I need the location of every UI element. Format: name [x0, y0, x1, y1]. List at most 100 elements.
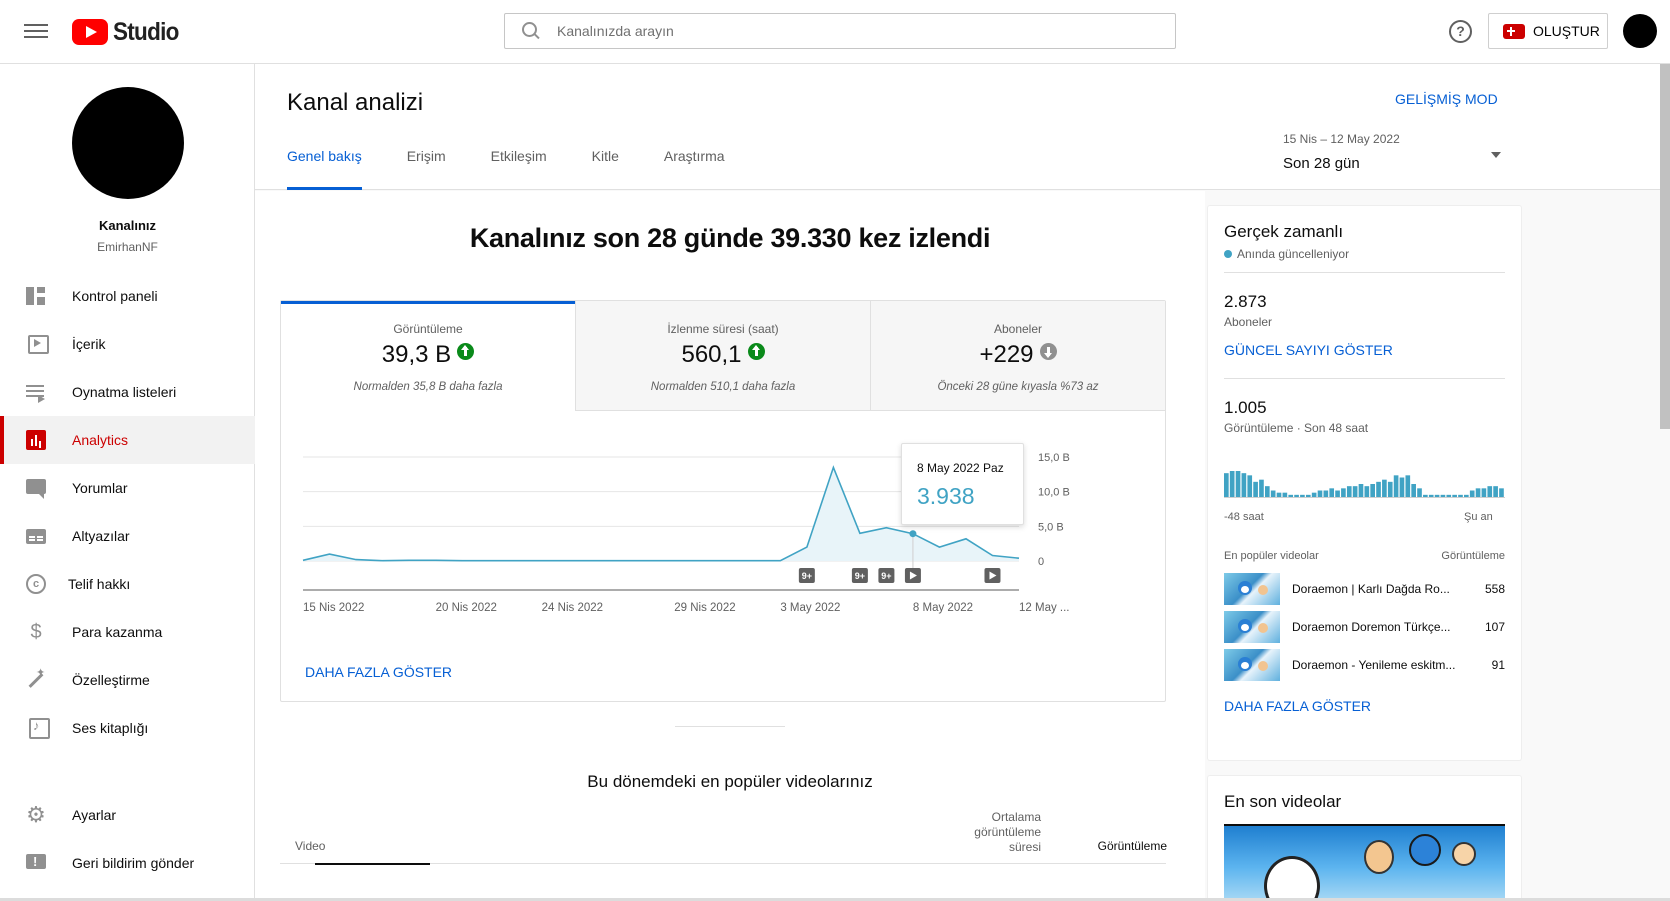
- marker-label: 9+: [855, 571, 865, 581]
- sidebar-item-label: Telif hakkı: [68, 576, 131, 592]
- content-icon: [24, 332, 49, 356]
- metric-views[interactable]: Görüntüleme 39,3 B Normalden 35,8 B daha…: [281, 301, 576, 411]
- realtime-bar: [1475, 488, 1481, 497]
- realtime-bar: [1323, 490, 1329, 497]
- bar-axis-start: -48 saat: [1224, 511, 1264, 523]
- logo-text: Studio: [113, 17, 179, 46]
- date-range-label: Son 28 gün: [1283, 155, 1360, 172]
- sidebar-item-analytics[interactable]: Analytics: [0, 416, 255, 464]
- realtime-bar: [1423, 494, 1428, 497]
- sidebar-item-playlists[interactable]: Oynatma listeleri: [0, 368, 255, 416]
- youtube-logo-icon: [72, 19, 108, 45]
- sidebar-item-label: Kontrol paneli: [72, 288, 158, 304]
- list-item[interactable]: Doraemon Doremon Türkçe... 107: [1224, 611, 1505, 643]
- sidebar-item-subtitles[interactable]: Altyazılar: [0, 512, 255, 560]
- realtime-bar: [1364, 486, 1370, 497]
- youtube-studio-logo[interactable]: Studio: [72, 17, 186, 47]
- tab-audience[interactable]: Kitle: [592, 148, 619, 190]
- realtime-subtitle: Anında güncelleniyor: [1224, 247, 1349, 261]
- video-thumbnail: [1224, 573, 1280, 605]
- realtime-bar: [1282, 492, 1288, 497]
- sidebar-item-copyright[interactable]: c Telif hakkı: [0, 560, 255, 608]
- metric-note: Önceki 28 güne kıyasla %73 az: [937, 381, 1099, 393]
- sidebar-item-label: Altyazılar: [72, 528, 130, 544]
- subscriber-count: 2.873: [1224, 292, 1267, 311]
- views-line-chart[interactable]: 0 5,0 B 10,0 B 15,0 B 9+ 9+ 9+ 15 Nis 2022 20 Ni…: [281, 411, 1165, 651]
- tab-overview[interactable]: Genel bakış: [287, 148, 362, 190]
- realtime-bar: [1493, 486, 1498, 497]
- list-item[interactable]: Doraemon - Yenileme eskitm... 91: [1224, 649, 1505, 681]
- analytics-tabs: Genel bakış Erişim Etkileşim Kitle Araşt…: [287, 148, 770, 190]
- advanced-mode-button[interactable]: GELİŞMİŞ MOD: [1395, 91, 1498, 107]
- page-title: Kanal analizi: [287, 89, 424, 116]
- sidebar-item-comments[interactable]: Yorumlar: [0, 464, 255, 512]
- bar-axis-end: Şu an: [1464, 511, 1493, 523]
- realtime-card: Gerçek zamanlı Anında güncelleniyor 2.87…: [1208, 206, 1521, 760]
- metric-watch-time[interactable]: İzlenme süresi (saat) 560,1 Normalden 51…: [576, 301, 871, 411]
- video-thumbnail: [1224, 611, 1280, 643]
- metric-tabs: Görüntüleme 39,3 B Normalden 35,8 B daha…: [281, 301, 1165, 411]
- hamburger-menu-icon[interactable]: [22, 20, 50, 44]
- realtime-title: Gerçek zamanlı: [1224, 222, 1344, 241]
- latest-videos-card: En son videolar: [1208, 776, 1521, 901]
- column-header-views[interactable]: Görüntüleme: [1055, 839, 1167, 853]
- y-tick-label: 10,0 B: [1038, 487, 1070, 499]
- y-tick-label: 15,0 B: [1038, 452, 1070, 464]
- channel-avatar[interactable]: [72, 87, 184, 199]
- sidebar-item-settings[interactable]: ⚙ Ayarlar: [0, 791, 255, 839]
- sidebar-item-feedback[interactable]: Geri bildirim gönder: [0, 839, 255, 887]
- metric-subscribers[interactable]: Aboneler +229 Önceki 28 güne kıyasla %73…: [871, 301, 1165, 411]
- account-avatar[interactable]: [1623, 14, 1657, 48]
- column-header-avg-view-duration[interactable]: Ortalama görüntüleme süresi: [935, 810, 1041, 855]
- realtime-bar: [1329, 488, 1335, 497]
- show-current-count-button[interactable]: GÜNCEL SAYIYI GÖSTER: [1224, 342, 1393, 358]
- realtime-bar: [1393, 475, 1399, 497]
- search-input[interactable]: [557, 23, 1157, 39]
- column-header-line: Ortalama: [991, 810, 1041, 824]
- show-more-button[interactable]: DAHA FAZLA GÖSTER: [1224, 698, 1371, 714]
- tab-engagement[interactable]: Etkileşim: [491, 148, 547, 190]
- channel-name: EmirhanNF: [97, 240, 158, 254]
- show-more-button[interactable]: DAHA FAZLA GÖSTER: [305, 664, 452, 680]
- realtime-bar: [1399, 477, 1405, 497]
- x-tick-label: 29 Nis 2022: [674, 602, 735, 614]
- video-thumbnail: [1224, 649, 1280, 681]
- sidebar-item-dashboard[interactable]: Kontrol paneli: [0, 272, 255, 320]
- realtime-bar: [1464, 494, 1469, 497]
- tooltip-value: 3.938: [917, 483, 975, 509]
- playlist-icon: [24, 380, 48, 404]
- realtime-bar: [1341, 488, 1346, 497]
- realtime-bar: [1311, 492, 1317, 497]
- realtime-bar: [1411, 484, 1416, 497]
- cartoon-character: [1364, 840, 1394, 874]
- latest-video-thumbnail[interactable]: [1224, 824, 1505, 901]
- tab-research[interactable]: Araştırma: [664, 148, 725, 190]
- tab-reach[interactable]: Erişim: [407, 148, 446, 190]
- realtime-bar: [1481, 488, 1487, 497]
- realtime-bar: [1247, 475, 1253, 497]
- video-views: 91: [1491, 658, 1505, 672]
- date-range-selector[interactable]: 15 Nis – 12 May 2022 Son 28 gün: [1283, 132, 1501, 180]
- realtime-bar-chart[interactable]: [1224, 470, 1505, 498]
- top-videos-title: Bu dönemdeki en popüler videolarınız: [587, 772, 873, 791]
- search-box[interactable]: [504, 13, 1176, 49]
- create-video-icon: [1503, 23, 1525, 39]
- realtime-bar: [1294, 494, 1299, 497]
- help-icon[interactable]: ?: [1449, 20, 1472, 43]
- create-button[interactable]: OLUŞTUR: [1488, 13, 1608, 49]
- column-header-line: süresi: [1008, 840, 1041, 854]
- page-scrollbar[interactable]: [1660, 64, 1670, 429]
- popular-views-header: Görüntüleme: [1441, 550, 1505, 562]
- y-tick-label: 0: [1038, 556, 1044, 568]
- list-item[interactable]: Doraemon | Karlı Dağda Ro... 558: [1224, 573, 1505, 605]
- sidebar-item-audio-library[interactable]: Ses kitaplığı: [0, 704, 255, 752]
- search-icon: [521, 21, 541, 41]
- realtime-bar: [1434, 494, 1440, 497]
- sidebar-item-monetization[interactable]: $ Para kazanma: [0, 608, 255, 656]
- realtime-views-label: Görüntüleme · Son 48 saat: [1224, 421, 1369, 435]
- realtime-bar: [1387, 481, 1393, 497]
- sidebar-item-content[interactable]: İçerik: [0, 320, 255, 368]
- column-header-video[interactable]: Video: [295, 839, 325, 853]
- metric-label: Görüntüleme: [393, 322, 463, 336]
- sidebar-item-customization[interactable]: Özelleştirme: [0, 656, 255, 704]
